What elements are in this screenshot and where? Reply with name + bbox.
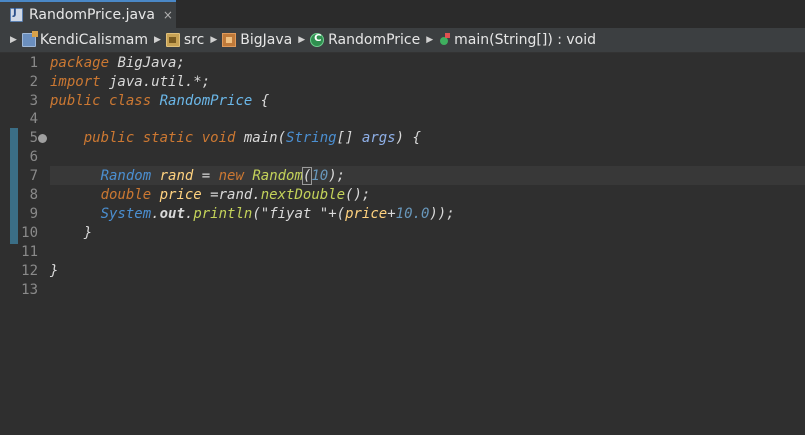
breadcrumb-label: KendiCalismam (39, 32, 148, 48)
code-text: = (193, 168, 219, 184)
class-icon (310, 33, 325, 47)
code-line-12: } (50, 262, 58, 281)
tab-randomprice-java[interactable]: RandomPrice.java × (0, 0, 176, 28)
keyword: double (100, 187, 152, 203)
code-text: } (50, 263, 59, 279)
variable-name: price (151, 187, 202, 203)
type-name: System (100, 206, 152, 222)
source-folder-icon (165, 33, 180, 47)
editor-tab-bar: RandomPrice.java × (0, 0, 805, 28)
breadcrumb-item-method[interactable]: ▶ main(String[]) : void (424, 28, 600, 53)
code-text: . (151, 206, 160, 222)
fold-marker-icon[interactable] (38, 134, 47, 143)
chevron-right-icon[interactable]: ▶ (210, 35, 217, 45)
breadcrumb-item-src[interactable]: ▶ src (152, 28, 208, 53)
line-number: 10 (21, 225, 38, 241)
keyword: package (50, 55, 110, 71)
code-text: =rand. (201, 187, 261, 203)
line-number: 2 (29, 74, 38, 90)
code-line-9: System.out.println("fiyat "+(price+10.0)… (50, 205, 455, 224)
variable-name: rand (151, 168, 194, 184)
number-literal: 10.0 (395, 206, 430, 222)
type-name: String (286, 130, 337, 146)
code-text: java.util.*; (100, 74, 211, 90)
variable-name: price (345, 206, 388, 222)
project-icon (21, 31, 38, 47)
field-name: out (159, 206, 185, 222)
code-line-5: public static void main(String[] args) { (50, 129, 421, 148)
line-number: 6 (29, 149, 38, 165)
code-line-2: import java.util.*; (50, 73, 210, 92)
package-icon (222, 33, 237, 47)
parameter-name: args (361, 130, 396, 146)
line-number: 9 (29, 206, 38, 222)
java-file-icon (10, 7, 23, 22)
method-icon (438, 33, 451, 47)
number-literal: 10 (311, 168, 329, 184)
code-text: BigJava; (109, 55, 185, 71)
line-number: 13 (21, 282, 38, 298)
line-number: 1 (29, 55, 38, 71)
code-text: } (83, 225, 93, 241)
constructor-name: Random (243, 168, 303, 184)
code-line-10: } (50, 224, 92, 243)
keyword: public class (50, 93, 152, 109)
line-number: 7 (29, 168, 38, 184)
line-number: 12 (21, 263, 38, 279)
code-editor[interactable]: 1 2 3 4 5 6 7 8 9 10 11 12 13 package Bi… (0, 54, 805, 435)
line-number: 4 (29, 111, 38, 127)
code-text: ); (328, 168, 346, 184)
code-text: )); (429, 206, 455, 222)
breadcrumb: ▶ KendiCalismam ▶ src ▶ BigJava ▶ Random… (0, 28, 805, 53)
code-text: + (387, 206, 396, 222)
line-number: 3 (29, 93, 38, 109)
method-name: println (193, 206, 253, 222)
chevron-right-icon[interactable]: ▶ (298, 35, 305, 45)
keyword: import (50, 74, 101, 90)
chevron-right-icon[interactable]: ▶ (426, 35, 433, 45)
breadcrumb-item-package[interactable]: ▶ BigJava (208, 28, 296, 53)
method-name: nextDouble (260, 187, 346, 203)
class-name: RandomPrice (159, 93, 253, 109)
tab-label: RandomPrice.java (29, 7, 155, 23)
line-number: 11 (21, 244, 38, 260)
code-text: [] (336, 130, 362, 146)
method-name: main( (235, 130, 287, 146)
keyword: public static void (83, 130, 236, 146)
breadcrumb-label: RandomPrice (328, 32, 421, 48)
code-text: (); (345, 187, 371, 203)
breadcrumb-item-class[interactable]: ▶ RandomPrice (296, 28, 424, 53)
breadcrumb-label: src (183, 32, 205, 48)
code-line-7: Random rand = new Random(10); (50, 167, 345, 186)
keyword: new (218, 168, 244, 184)
breadcrumb-item-project[interactable]: ▶ KendiCalismam (8, 28, 152, 53)
chevron-right-icon[interactable]: ▶ (10, 35, 17, 45)
breadcrumb-label: BigJava (240, 32, 293, 48)
code-line-8: double price =rand.nextDouble(); (50, 186, 371, 205)
code-text: ) { (395, 130, 421, 146)
code-line-1: package BigJava; (50, 54, 185, 73)
line-number: 5 (29, 130, 38, 146)
code-line-3: public class RandomPrice { (50, 92, 269, 111)
breadcrumb-label: main(String[]) : void (454, 32, 597, 48)
close-icon[interactable]: × (163, 8, 173, 22)
string-literal: ("fiyat "+( (252, 206, 346, 222)
chevron-right-icon[interactable]: ▶ (154, 35, 161, 45)
code-text: { (252, 93, 270, 109)
line-number: 8 (29, 187, 38, 203)
type-name: Random (100, 168, 152, 184)
